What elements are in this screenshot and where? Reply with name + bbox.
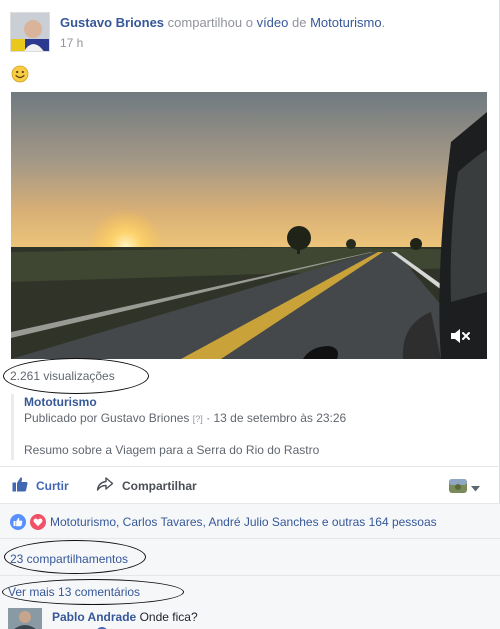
source-page-link[interactable]: Mototurismo	[24, 394, 481, 410]
page-name-link[interactable]: Mototurismo	[310, 15, 382, 30]
view-more-comments-link[interactable]: Ver mais 13 comentários	[8, 585, 140, 599]
published-by-text: Publicado por Gustavo Briones	[24, 411, 190, 425]
help-marker[interactable]: [?]	[193, 414, 203, 424]
view-count: 2.261 visualizações	[10, 369, 115, 383]
comment-item: Pablo Andrade Onde fica?	[8, 608, 488, 629]
comment-body: Onde fica?	[139, 610, 198, 624]
post-header: Gustavo Briones compartilhou o vídeo de …	[10, 8, 490, 52]
divider	[0, 538, 500, 539]
feed-post: Gustavo Briones compartilhou o vídeo de …	[0, 0, 500, 629]
comment-content: Pablo Andrade Onde fica?	[52, 610, 198, 624]
headline-period: .	[381, 15, 386, 30]
share-label: Compartilhar	[122, 479, 197, 493]
audience-selector[interactable]	[449, 478, 480, 497]
audience-avatar-icon	[449, 478, 467, 497]
smiley-emoji-icon	[11, 65, 29, 83]
like-reaction-icon	[10, 514, 26, 530]
source-published-line: Publicado por Gustavo Briones [?] · 13 d…	[24, 410, 481, 427]
headline-action-text: compartilhou o	[167, 15, 253, 30]
author-name-link[interactable]: Gustavo Briones	[60, 15, 164, 30]
post-headline: Gustavo Briones compartilhou o vídeo de …	[60, 15, 385, 31]
mute-icon[interactable]	[449, 327, 471, 345]
video-source-block: Mototurismo Publicado por Gustavo Brione…	[11, 394, 481, 460]
love-reaction-icon	[30, 514, 46, 530]
headline-preposition: de	[292, 15, 307, 30]
divider	[0, 575, 500, 576]
author-avatar[interactable]	[10, 12, 50, 52]
video-description: Resumo sobre a Viagem para a Serra do Ri…	[24, 443, 320, 457]
video-link[interactable]: vídeo	[257, 15, 289, 30]
comment-author-link[interactable]: Pablo Andrade	[52, 610, 136, 624]
caret-down-icon	[471, 481, 480, 495]
like-label: Curtir	[36, 479, 69, 493]
reactions-text: Mototurismo, Carlos Tavares, André Julio…	[50, 515, 437, 529]
divider	[0, 466, 500, 467]
commenter-avatar[interactable]	[8, 608, 42, 629]
reactions-summary[interactable]: Mototurismo, Carlos Tavares, André Julio…	[10, 514, 437, 530]
share-button[interactable]: Compartilhar	[96, 476, 197, 496]
share-arrow-icon	[96, 476, 114, 497]
post-actions-bar: Curtir Compartilhar	[0, 470, 500, 502]
published-date[interactable]: · 13 de setembro às 23:26	[206, 411, 346, 425]
post-timestamp[interactable]: 17 h	[60, 36, 83, 50]
like-button[interactable]: Curtir	[12, 476, 69, 496]
shares-count-link[interactable]: 23 compartilhamentos	[10, 552, 128, 566]
thumbs-up-icon	[12, 476, 28, 497]
video-player[interactable]	[11, 92, 487, 359]
